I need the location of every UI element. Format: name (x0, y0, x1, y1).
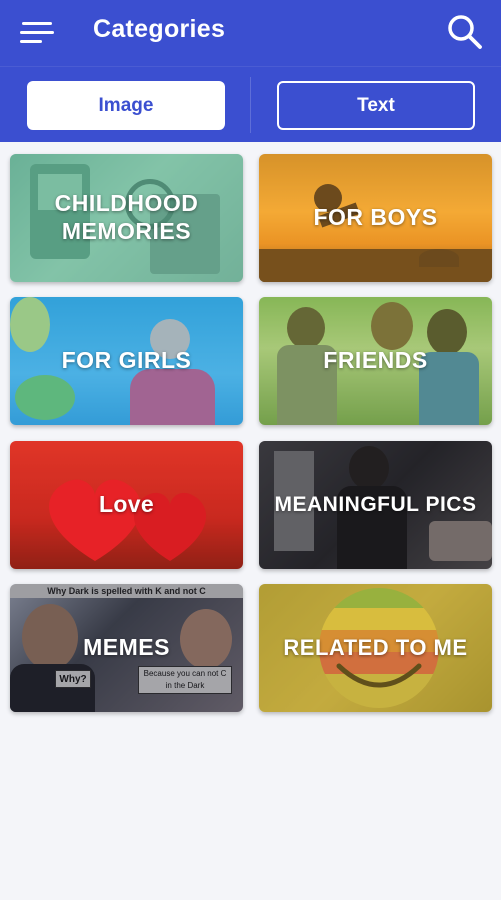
category-label: FOR BOYS (313, 204, 438, 231)
tab-divider (250, 77, 251, 133)
category-label: MEANINGFUL PICS (274, 493, 477, 517)
category-card-friends[interactable]: FRIENDS (259, 297, 492, 425)
tab-text[interactable]: Text (277, 81, 475, 130)
category-card-childhood-memories[interactable]: CHILDHOOD MEMORIES (10, 154, 243, 282)
category-card-love[interactable]: Love (10, 441, 243, 569)
hamburger-menu-icon[interactable] (20, 19, 54, 47)
tab-bar: Image Text (0, 66, 501, 142)
category-card-memes[interactable]: Why Dark is spelled with K and not C Why… (10, 584, 243, 712)
category-label: RELATED TO ME (283, 634, 468, 660)
category-card-related-to-me[interactable]: RELATED TO ME (259, 584, 492, 712)
category-label: Love (99, 491, 154, 518)
category-label: FRIENDS (323, 347, 428, 374)
category-label: CHILDHOOD MEMORIES (54, 190, 199, 244)
tab-image[interactable]: Image (27, 81, 225, 130)
page-title: Categories (93, 15, 226, 43)
category-card-for-girls[interactable]: FOR GIRLS (10, 297, 243, 425)
category-label: MEMES (83, 634, 170, 661)
app-bar: Categories (0, 0, 501, 66)
category-label: FOR GIRLS (61, 347, 192, 374)
search-icon[interactable] (446, 13, 484, 51)
category-card-for-boys[interactable]: FOR BOYS (259, 154, 492, 282)
category-card-meaningful-pics[interactable]: MEANINGFUL PICS (259, 441, 492, 569)
